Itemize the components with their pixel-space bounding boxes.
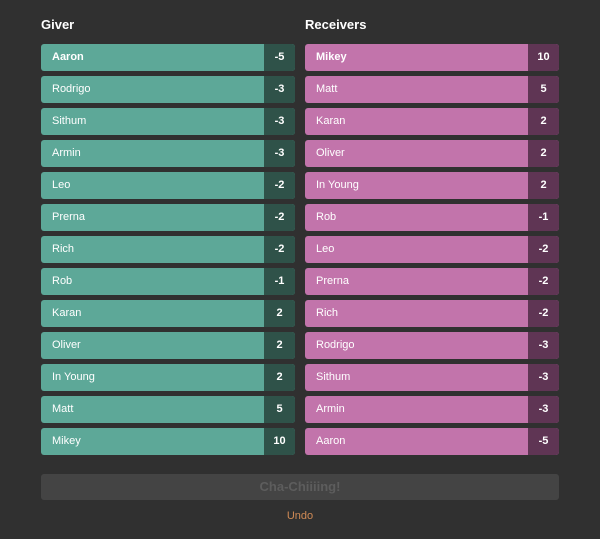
giver-name: Aaron [52,51,84,63]
giver-score: -3 [264,140,295,167]
receiver-name: Oliver [316,147,345,159]
receiver-score: 2 [528,172,559,199]
receiver-row[interactable]: Leo -2 [305,236,559,263]
giver-heading: Giver [41,17,75,32]
giver-score: -2 [264,204,295,231]
receiver-name: Rob [316,211,337,223]
giver-name: In Young [52,371,95,383]
giver-name: Rob [52,275,73,287]
giver-row[interactable]: Rob -1 [41,268,295,295]
giver-row[interactable]: Armin -3 [41,140,295,167]
receiver-score: -2 [528,268,559,295]
receiver-score: -3 [528,396,559,423]
giver-score: -3 [264,108,295,135]
giver-name: Karan [52,307,82,319]
giver-name: Rich [52,243,75,255]
receiver-score: 2 [528,108,559,135]
receiver-score: 5 [528,76,559,103]
giver-row[interactable]: Oliver 2 [41,332,295,359]
giver-row[interactable]: Aaron -5 [41,44,295,71]
giver-row[interactable]: In Young 2 [41,364,295,391]
giver-score: 2 [264,332,295,359]
receiver-row[interactable]: In Young 2 [305,172,559,199]
giver-row[interactable]: Matt 5 [41,396,295,423]
giver-score: -3 [264,76,295,103]
receiver-row[interactable]: Aaron -5 [305,428,559,455]
giver-row[interactable]: Rodrigo -3 [41,76,295,103]
giver-name: Armin [52,147,81,159]
receiver-row[interactable]: Karan 2 [305,108,559,135]
giver-score: 10 [264,428,295,455]
receiver-name: Armin [316,403,345,415]
giver-name: Sithum [52,115,87,127]
receiver-score: -5 [528,428,559,455]
giver-list: Aaron -5 Rodrigo -3 Sithum -3 Armin -3 Leo -2 Prer… [41,44,295,460]
receiver-score: -1 [528,204,559,231]
giver-name: Matt [52,403,74,415]
receiver-row[interactable]: Armin -3 [305,396,559,423]
giver-name: Oliver [52,339,81,351]
receiver-row[interactable]: Rich -2 [305,300,559,327]
giver-score: -2 [264,172,295,199]
receiver-score: 2 [528,140,559,167]
cha-ching-button[interactable]: Cha-Chiiiing! [41,474,559,500]
receiver-row[interactable]: Mikey 10 [305,44,559,71]
giver-row[interactable]: Rich -2 [41,236,295,263]
receiver-score: -3 [528,332,559,359]
giver-name: Prerna [52,211,86,223]
receiver-name: Rodrigo [316,339,355,351]
receiver-name: Mikey [316,51,347,63]
receiver-name: Sithum [316,371,351,383]
receiver-row[interactable]: Matt 5 [305,76,559,103]
giver-row[interactable]: Karan 2 [41,300,295,327]
receiver-row[interactable]: Oliver 2 [305,140,559,167]
receiver-name: Aaron [316,435,346,447]
giver-name: Mikey [52,435,81,447]
giver-row[interactable]: Leo -2 [41,172,295,199]
giver-score: 2 [264,300,295,327]
receiver-row[interactable]: Sithum -3 [305,364,559,391]
giver-row[interactable]: Prerna -2 [41,204,295,231]
giver-row[interactable]: Sithum -3 [41,108,295,135]
receivers-heading: Receivers [305,17,367,32]
receiver-name: In Young [316,179,359,191]
receiver-row[interactable]: Rodrigo -3 [305,332,559,359]
receiver-name: Leo [316,243,335,255]
receiver-name: Rich [316,307,339,319]
receiver-name: Karan [316,115,346,127]
receiver-score: 10 [528,44,559,71]
receiver-name: Prerna [316,275,350,287]
receiver-score: -3 [528,364,559,391]
giver-score: -2 [264,236,295,263]
receiver-score: -2 [528,236,559,263]
giver-name: Leo [52,179,71,191]
receivers-list: Mikey 10 Matt 5 Karan 2 Oliver 2 In Young 2 Rob -1 L… [305,44,559,460]
receiver-score: -2 [528,300,559,327]
giver-score: -1 [264,268,295,295]
giver-name: Rodrigo [52,83,91,95]
undo-link[interactable]: Undo [0,510,600,522]
receiver-row[interactable]: Rob -1 [305,204,559,231]
receiver-row[interactable]: Prerna -2 [305,268,559,295]
giver-score: 2 [264,364,295,391]
giver-row[interactable]: Mikey 10 [41,428,295,455]
receiver-name: Matt [316,83,338,95]
giver-score: 5 [264,396,295,423]
giver-score: -5 [264,44,295,71]
